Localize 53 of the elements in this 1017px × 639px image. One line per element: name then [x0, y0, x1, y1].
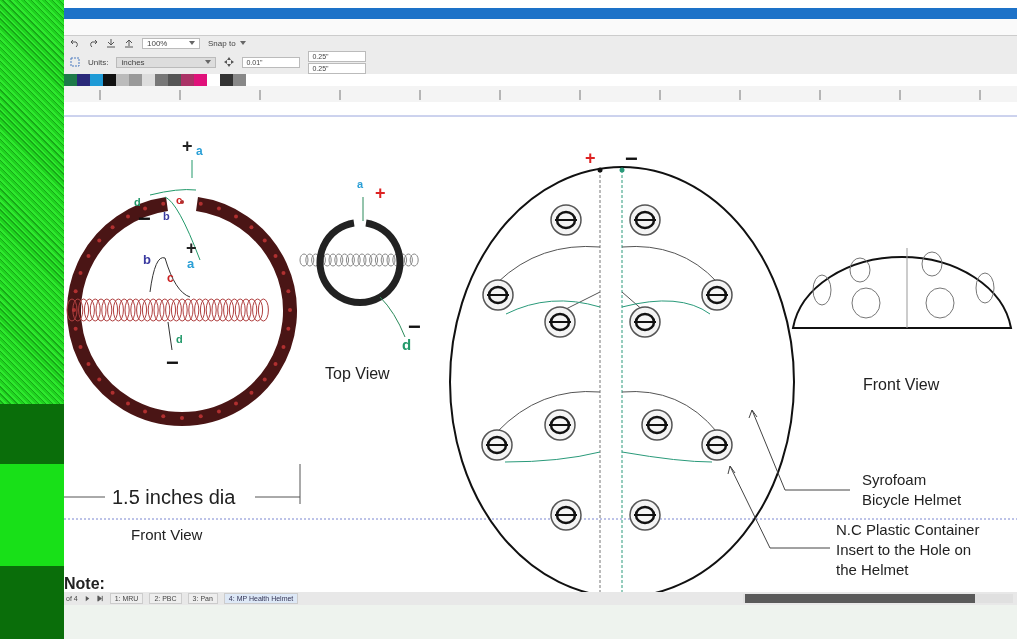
sensor-icon: [481, 429, 513, 461]
note-text: Syrofoam Bicycle Helmet: [862, 471, 962, 508]
note-text: N.C Plastic Container Insert to the Hole on the Helmet: [836, 521, 980, 578]
caption-text: Front View: [131, 526, 203, 543]
caret-icon: [189, 41, 195, 45]
horizontal-scrollbar[interactable]: [743, 594, 1013, 603]
wire-label: −: [138, 206, 151, 231]
sensor-icon: [482, 279, 514, 311]
wire-label: −: [408, 314, 421, 339]
wire-label: d: [402, 336, 412, 353]
sensor-icon: [544, 306, 576, 338]
last-page-icon[interactable]: [96, 595, 104, 602]
wire-label: −: [166, 350, 179, 375]
sensor-icon: [641, 409, 673, 441]
caption-text: Note:: [64, 575, 105, 592]
wire-label: b: [143, 252, 151, 267]
wire-label: c: [167, 271, 174, 285]
wire-label: d: [176, 333, 183, 345]
sensor-icon: [544, 409, 576, 441]
sensor-icon: [629, 306, 661, 338]
import-icon[interactable]: [106, 38, 116, 48]
sensor-icon: [701, 279, 733, 311]
sensor-icon: [550, 499, 582, 531]
wire-label: +: [182, 136, 193, 156]
wire-label: a: [187, 256, 195, 271]
wire-label: −: [625, 146, 638, 171]
redo-icon[interactable]: [88, 38, 98, 48]
caption-text: 1.5 inches dia: [112, 486, 236, 508]
sensor-icon: [629, 204, 661, 236]
snap-to-menu[interactable]: Snap to: [208, 38, 246, 48]
caption-text: Top View: [325, 365, 390, 382]
units-dropdown[interactable]: inches: [116, 56, 217, 68]
export-icon[interactable]: [124, 38, 134, 48]
wire-label: +: [585, 148, 596, 168]
wire-label: a: [196, 144, 203, 158]
caption-text: Front View: [863, 376, 940, 393]
wire-label: a: [357, 178, 364, 190]
sensor-icon: [550, 204, 582, 236]
sensor-icon: [701, 429, 733, 461]
caret-icon: [239, 41, 246, 45]
undo-icon[interactable]: [70, 38, 80, 48]
next-page-icon[interactable]: [83, 595, 91, 602]
wire-label: d: [134, 196, 141, 208]
units-label: Units:: [88, 57, 109, 67]
color-palette[interactable]: [64, 74, 246, 86]
zoom-dropdown[interactable]: 100%: [142, 37, 200, 49]
wire-label: c: [176, 194, 183, 206]
wire-label: b: [163, 210, 170, 222]
wire-label: +: [375, 183, 386, 203]
wire-label: +: [186, 238, 197, 258]
caret-icon: [205, 60, 212, 64]
nudge-icon: [224, 57, 235, 67]
sensor-icon: [629, 499, 661, 531]
